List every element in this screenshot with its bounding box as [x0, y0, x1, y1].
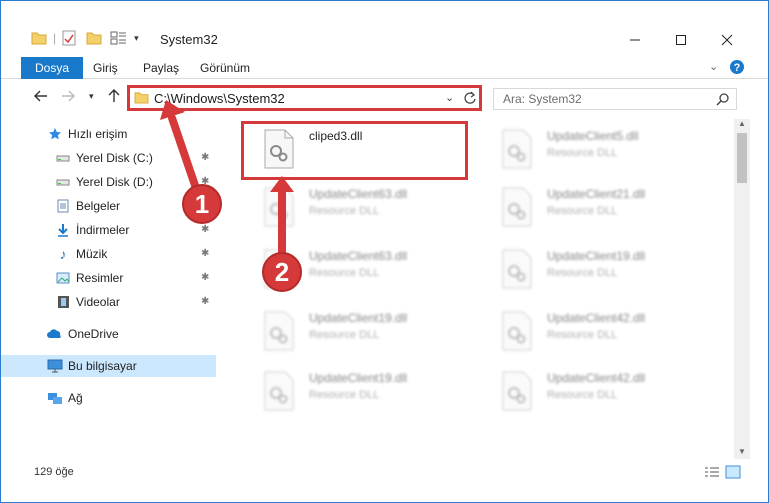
arrow-2-icon: [270, 176, 294, 259]
callout-badge-2: 2: [262, 252, 302, 292]
callout-badge-1: 1: [182, 184, 222, 224]
annotation-arrows: [160, 100, 294, 259]
